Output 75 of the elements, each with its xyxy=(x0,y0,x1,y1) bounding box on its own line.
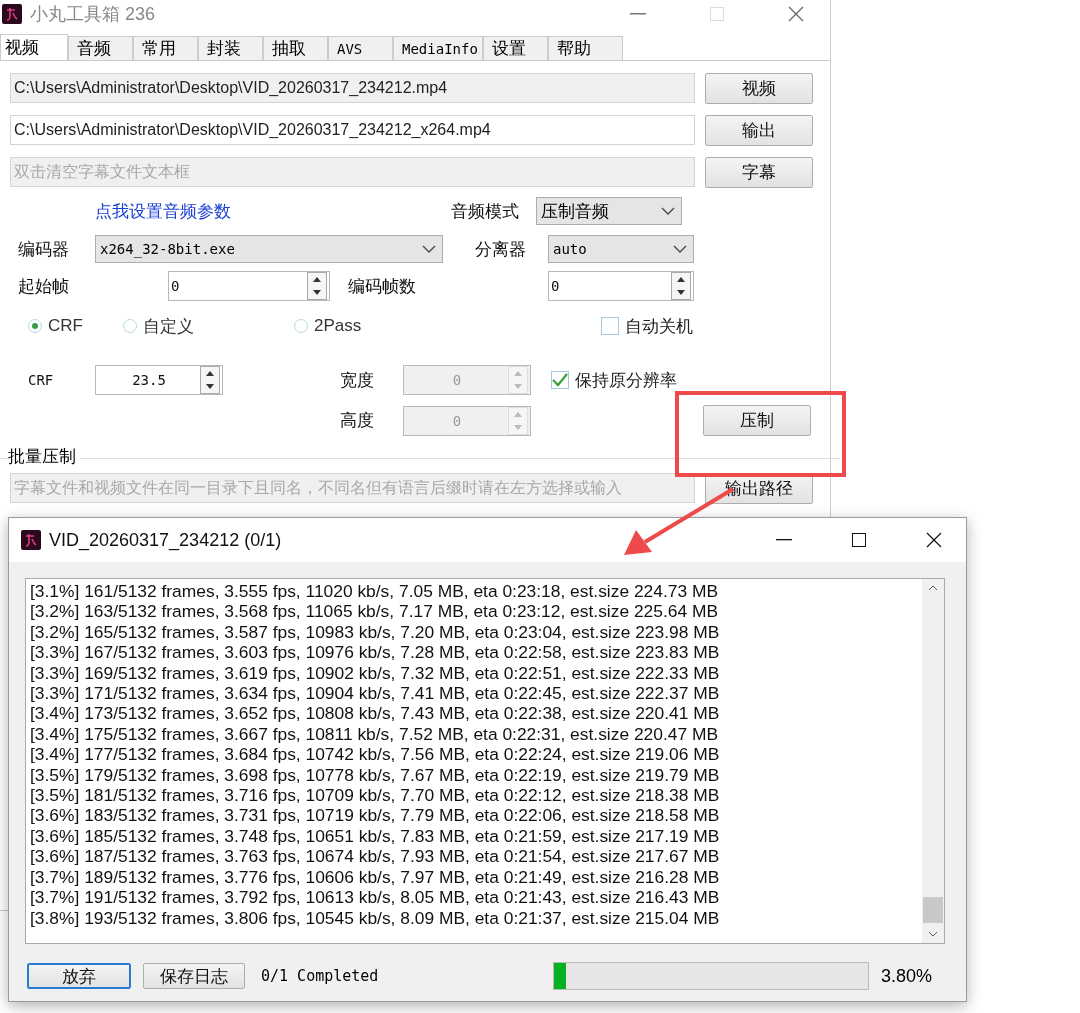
log-line: [3.7%] 191/5132 frames, 3.792 fps, 10613 kb/s, 8.05 MB, eta 0:21:43, est.size 216.43 MB xyxy=(30,887,721,908)
field-label: 宽度 xyxy=(340,369,375,392)
browse-button[interactable]: 视频 xyxy=(705,72,813,104)
app-logo-icon xyxy=(2,4,22,24)
tab[interactable]: 音频 xyxy=(68,36,133,60)
radio-option[interactable]: CRF xyxy=(28,316,83,336)
spin-buttons[interactable] xyxy=(307,272,327,300)
field-label: 编码器 xyxy=(18,238,70,261)
encode-button[interactable]: 压制 xyxy=(703,405,811,436)
log-line: [3.4%] 175/5132 frames, 3.667 fps, 10811 kb/s, 7.52 MB, eta 0:22:31, est.size 220.47 MB xyxy=(30,723,719,745)
browse-button[interactable]: 字幕 xyxy=(705,156,813,188)
log-line: [3.6%] 187/5132 frames, 3.763 fps, 10674 kb/s, 7.93 MB, eta 0:21:54, est.size 217.67 MB xyxy=(30,846,721,867)
log-line: [3.8%] 193/5132 frames, 3.806 fps, 10545 kb/s, 8.09 MB, eta 0:21:37, est.size 215.04 MB xyxy=(30,907,721,928)
field-label: 起始帧 xyxy=(18,275,70,298)
log-line: [3.2%] 163/5132 frames, 3.568 fps, 11065 kb/s, 7.17 MB, eta 0:23:12, est.size 225.64 MB xyxy=(30,601,719,622)
log-line: [3.1%] 161/5132 frames, 3.555 fps, 11020 kb/s, 7.05 MB, eta 0:23:18, est.size 224.73 MB xyxy=(30,581,719,602)
scroll-down-icon[interactable] xyxy=(928,931,938,937)
log-line: [3.3%] 169/5132 frames, 3.619 fps, 10902 kb/s, 7.32 MB, eta 0:22:51, est.size 222.33 MB xyxy=(30,662,721,684)
tab[interactable]: 抽取 xyxy=(263,36,328,60)
group-title: 批量压制 xyxy=(8,445,80,468)
checkbox[interactable]: 自动关机 xyxy=(601,314,694,338)
number-field[interactable]: 23.5 xyxy=(95,365,223,395)
field-label: 编码帧数 xyxy=(348,275,417,298)
app-logo-icon xyxy=(21,530,41,550)
checkmark-icon xyxy=(552,373,568,387)
audio-settings-link[interactable]: 点我设置音频参数 xyxy=(95,199,231,223)
maximize-icon[interactable] xyxy=(852,533,866,547)
tab[interactable]: MediaInfo xyxy=(393,36,483,60)
field-label: 分离器 xyxy=(475,238,527,261)
log-line: [3.3%] 171/5132 frames, 3.634 fps, 10904 kb/s, 7.41 MB, eta 0:22:45, est.size 222.37 MB xyxy=(30,683,721,704)
tab[interactable]: AVS xyxy=(328,36,393,60)
tab[interactable]: 设置 xyxy=(483,36,548,60)
spin-buttons[interactable] xyxy=(671,272,691,300)
tab[interactable]: 帮助 xyxy=(548,36,623,60)
window-title: 小丸工具箱 236 xyxy=(30,3,157,26)
dropdown[interactable]: 压制音频 xyxy=(536,197,682,225)
log-line: [3.3%] 167/5132 frames, 3.603 fps, 10976 kb/s, 7.28 MB, eta 0:22:58, est.size 223.83 MB xyxy=(30,642,721,663)
number-field[interactable]: 0 xyxy=(168,271,330,301)
log-line: [3.4%] 173/5132 frames, 3.652 fps, 10808 kb/s, 7.43 MB, eta 0:22:38, est.size 220.41 MB xyxy=(30,703,721,724)
log-line: [3.6%] 185/5132 frames, 3.748 fps, 10651 kb/s, 7.83 MB, eta 0:21:59, est.size 217.19 MB xyxy=(30,825,721,847)
close-icon[interactable] xyxy=(926,532,942,548)
tab[interactable]: 常用 xyxy=(133,36,198,60)
field-label: 高度 xyxy=(340,410,375,432)
log-line: [3.2%] 165/5132 frames, 3.587 fps, 10983 kb/s, 7.20 MB, eta 0:23:04, est.size 223.98 MB xyxy=(30,621,721,643)
status-text: 0/1 Completed xyxy=(261,967,380,985)
dialog-button[interactable]: 放弃 xyxy=(27,963,131,989)
path-field[interactable]: C:\Users\Administrator\Desktop\VID_20260317_234212_x264.mp4 xyxy=(10,115,695,145)
log-line: [3.6%] 183/5132 frames, 3.731 fps, 10719 kb/s, 7.79 MB, eta 0:22:06, est.size 218.58 MB xyxy=(30,805,721,826)
number-field[interactable]: 0 xyxy=(548,271,694,301)
tab[interactable]: 视频 xyxy=(0,34,68,60)
checkbox[interactable]: 保持原分辨率 xyxy=(551,368,677,392)
scroll-up-icon[interactable] xyxy=(928,585,938,591)
path-field[interactable]: C:\Users\Administrator\Desktop\VID_20260317_234212.mp4 xyxy=(10,73,695,103)
progress-reading: 3.80% xyxy=(881,965,933,987)
caret-icon xyxy=(661,207,675,215)
dropdown[interactable]: x264_32-8bit.exe xyxy=(95,235,443,263)
log-line: [3.4%] 177/5132 frames, 3.684 fps, 10742 kb/s, 7.56 MB, eta 0:22:24, est.size 219.06 MB xyxy=(30,744,721,765)
caret-icon xyxy=(422,245,436,253)
field-label: CRF xyxy=(28,372,55,388)
dialog-button[interactable]: 保存日志 xyxy=(143,963,245,989)
dialog-title: VID_20260317_234212 (0/1) xyxy=(49,529,283,551)
scrollbar[interactable] xyxy=(922,579,944,943)
log-line: [3.5%] 179/5132 frames, 3.698 fps, 10778 kb/s, 7.67 MB, eta 0:22:19, est.size 219.79 MB xyxy=(30,764,721,786)
caret-icon xyxy=(673,245,687,253)
tab[interactable]: 封装 xyxy=(198,36,263,60)
log-line: [3.5%] 181/5132 frames, 3.716 fps, 10709 kb/s, 7.70 MB, eta 0:22:12, est.size 218.38 MB xyxy=(30,785,721,806)
minimize-icon[interactable] xyxy=(776,539,792,541)
log-line: [3.7%] 189/5132 frames, 3.776 fps, 10606 kb/s, 7.97 MB, eta 0:21:49, est.size 216.28 MB xyxy=(30,866,721,888)
radio-option[interactable]: 2Pass xyxy=(293,316,362,336)
spin-buttons[interactable] xyxy=(200,366,220,394)
browse-button[interactable]: 输出 xyxy=(705,114,813,146)
field-label: 音频模式 xyxy=(451,200,519,223)
radio-option[interactable]: 自定义 xyxy=(122,314,194,338)
scroll-thumb[interactable] xyxy=(923,897,943,923)
dropdown[interactable]: auto xyxy=(548,235,694,263)
